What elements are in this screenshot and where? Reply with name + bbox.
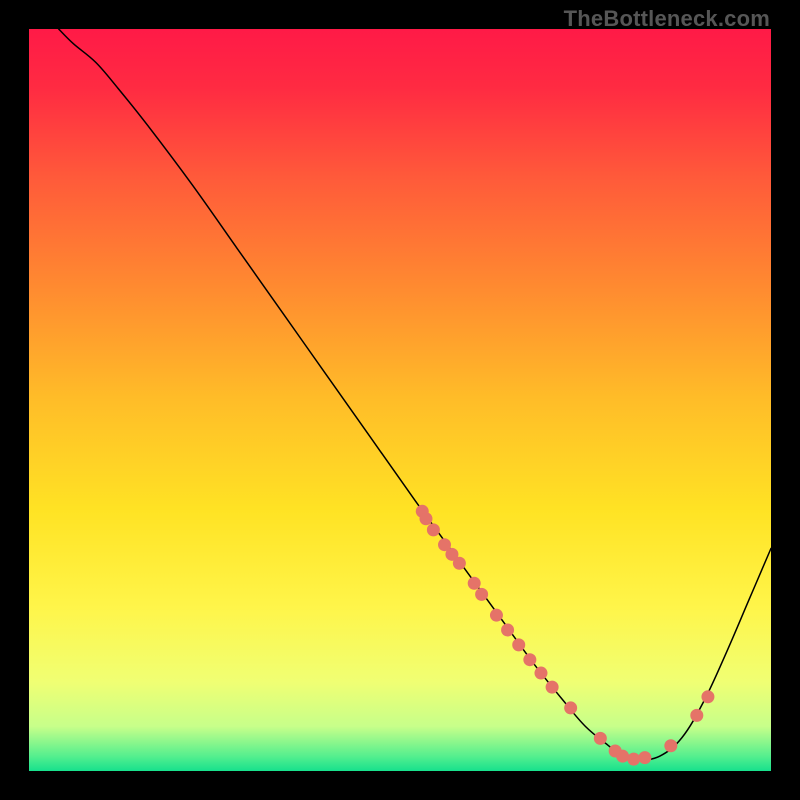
- scatter-dot: [690, 709, 703, 722]
- scatter-dot: [664, 739, 677, 752]
- scatter-dot: [534, 667, 547, 680]
- scatter-dot: [546, 681, 559, 694]
- scatter-dot: [638, 751, 651, 764]
- scatter-dot: [512, 638, 525, 651]
- scatter-dot: [419, 512, 432, 525]
- scatter-dot: [564, 701, 577, 714]
- scatter-dot: [616, 750, 629, 763]
- chart-svg: [29, 29, 771, 771]
- scatter-dot: [468, 577, 481, 590]
- chart-background: [29, 29, 771, 771]
- scatter-dot: [427, 523, 440, 536]
- scatter-dot: [490, 609, 503, 622]
- chart-area: [29, 29, 771, 771]
- scatter-dot: [627, 753, 640, 766]
- scatter-dot: [523, 653, 536, 666]
- scatter-dot: [594, 732, 607, 745]
- scatter-dot: [701, 690, 714, 703]
- scatter-dot: [453, 557, 466, 570]
- scatter-dot: [475, 588, 488, 601]
- scatter-dot: [501, 624, 514, 637]
